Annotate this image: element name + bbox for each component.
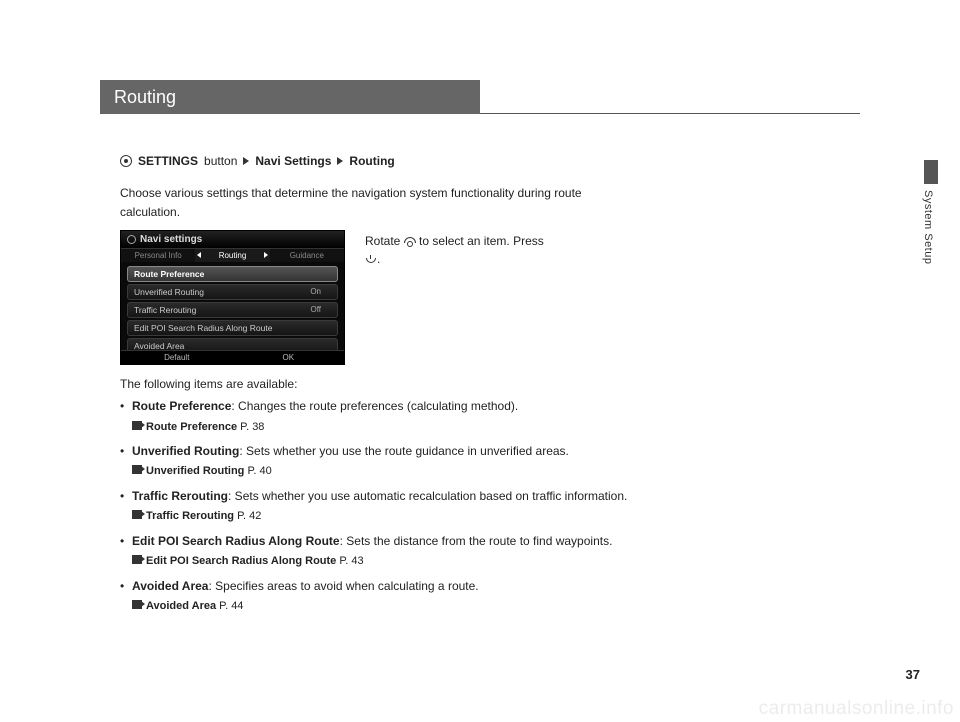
breadcrumb: SETTINGS button Navi Settings Routing xyxy=(120,154,860,168)
intro-text: Choose various settings that determine t… xyxy=(120,184,640,222)
instr-rotate: Rotate xyxy=(365,234,400,248)
item-avoided-area: Avoided Area: Specifies areas to avoid w… xyxy=(120,577,680,616)
cross-reference: Route Preference P. 38 xyxy=(132,419,680,437)
footer-default: Default xyxy=(121,351,233,364)
section-title-bar: Routing xyxy=(100,80,860,114)
available-items-list: Route Preference: Changes the route pref… xyxy=(120,397,680,615)
xref-arrow-icon xyxy=(132,600,142,609)
item-title: Route Preference xyxy=(132,399,231,413)
item-desc: : Changes the route preferences (calcula… xyxy=(231,399,518,413)
item-desc: : Sets whether you use automatic recalcu… xyxy=(228,489,627,503)
list-item-value: On xyxy=(310,287,331,297)
item-traffic-rerouting: Traffic Rerouting: Sets whether you use … xyxy=(120,487,680,526)
item-route-preference: Route Preference: Changes the route pref… xyxy=(120,397,680,436)
xref-label: Unverified Routing xyxy=(146,465,244,477)
xref-arrow-icon xyxy=(132,555,142,564)
media-row: Navi settings Personal Info Routing Guid… xyxy=(120,230,860,365)
rotate-instruction: Rotate to select an item. Press . xyxy=(365,230,625,365)
rotate-dial-icon xyxy=(404,237,416,247)
breadcrumb-settings: SETTINGS xyxy=(138,154,198,168)
page-number: 37 xyxy=(906,667,920,682)
xref-arrow-icon xyxy=(132,421,142,430)
cross-reference: Unverified Routing P. 40 xyxy=(132,463,680,481)
item-title: Avoided Area xyxy=(132,579,208,593)
side-section-label: System Setup xyxy=(922,190,934,264)
breadcrumb-routing: Routing xyxy=(349,154,394,168)
chevron-right-icon xyxy=(337,157,343,165)
xref-label: Route Preference xyxy=(146,421,237,433)
cross-reference: Edit POI Search Radius Along Route P. 43 xyxy=(132,553,680,571)
item-desc: : Sets the distance from the route to fi… xyxy=(340,534,613,548)
instr-select: to select an item. Press xyxy=(419,234,544,248)
list-item: Route Preference xyxy=(127,266,338,282)
list-item-label: Traffic Rerouting xyxy=(134,305,196,315)
list-item-label: Unverified Routing xyxy=(134,287,204,297)
item-edit-poi: Edit POI Search Radius Along Route: Sets… xyxy=(120,532,680,571)
xref-page: P. 38 xyxy=(240,421,264,433)
item-unverified-routing: Unverified Routing: Sets whether you use… xyxy=(120,442,680,481)
xref-label: Traffic Rerouting xyxy=(146,510,234,522)
tab-routing: Routing xyxy=(195,249,269,262)
tab-personal-info: Personal Info xyxy=(121,249,195,262)
watermark: carmanualsonline.info xyxy=(759,698,954,720)
page-content: Routing SETTINGS button Navi Settings Ro… xyxy=(100,80,860,621)
dial-icon xyxy=(120,155,132,167)
xref-page: P. 42 xyxy=(237,510,261,522)
screenshot-footer: Default OK xyxy=(121,350,344,364)
xref-label: Avoided Area xyxy=(146,600,216,612)
list-item: Traffic Rerouting Off xyxy=(127,302,338,318)
cross-reference: Traffic Rerouting P. 42 xyxy=(132,508,680,526)
breadcrumb-button-word: button xyxy=(204,154,237,168)
available-heading: The following items are available: xyxy=(120,377,860,391)
xref-page: P. 44 xyxy=(219,600,243,612)
xref-arrow-icon xyxy=(132,465,142,474)
item-desc: : Sets whether you use the route guidanc… xyxy=(239,444,569,458)
section-title: Routing xyxy=(100,80,480,114)
screenshot-title: Navi settings xyxy=(140,234,202,245)
footer-ok: OK xyxy=(233,351,345,364)
list-item-value xyxy=(321,269,331,279)
item-desc: : Specifies areas to avoid when calculat… xyxy=(208,579,478,593)
item-title: Traffic Rerouting xyxy=(132,489,228,503)
breadcrumb-navi: Navi Settings xyxy=(255,154,331,168)
screenshot-header: Navi settings xyxy=(121,231,344,249)
xref-page: P. 40 xyxy=(247,465,271,477)
list-item-label: Route Preference xyxy=(134,269,204,279)
tab-guidance: Guidance xyxy=(270,249,344,262)
instr-period: . xyxy=(377,252,380,266)
side-marker xyxy=(924,160,938,184)
list-item-label: Edit POI Search Radius Along Route xyxy=(134,323,272,333)
press-dial-icon xyxy=(365,255,377,265)
screenshot-list: Route Preference Unverified Routing On T… xyxy=(121,262,344,358)
side-tab: System Setup xyxy=(922,160,940,264)
list-item-value: Off xyxy=(310,305,331,315)
nav-screenshot: Navi settings Personal Info Routing Guid… xyxy=(120,230,345,365)
gear-icon xyxy=(127,235,136,244)
item-title: Unverified Routing xyxy=(132,444,239,458)
item-title: Edit POI Search Radius Along Route xyxy=(132,534,340,548)
xref-page: P. 43 xyxy=(339,555,363,567)
list-item: Edit POI Search Radius Along Route xyxy=(127,320,338,336)
xref-arrow-icon xyxy=(132,510,142,519)
chevron-right-icon xyxy=(243,157,249,165)
xref-label: Edit POI Search Radius Along Route xyxy=(146,555,336,567)
list-item: Unverified Routing On xyxy=(127,284,338,300)
screenshot-tabs: Personal Info Routing Guidance xyxy=(121,249,344,262)
cross-reference: Avoided Area P. 44 xyxy=(132,598,680,616)
title-rule xyxy=(480,80,860,114)
